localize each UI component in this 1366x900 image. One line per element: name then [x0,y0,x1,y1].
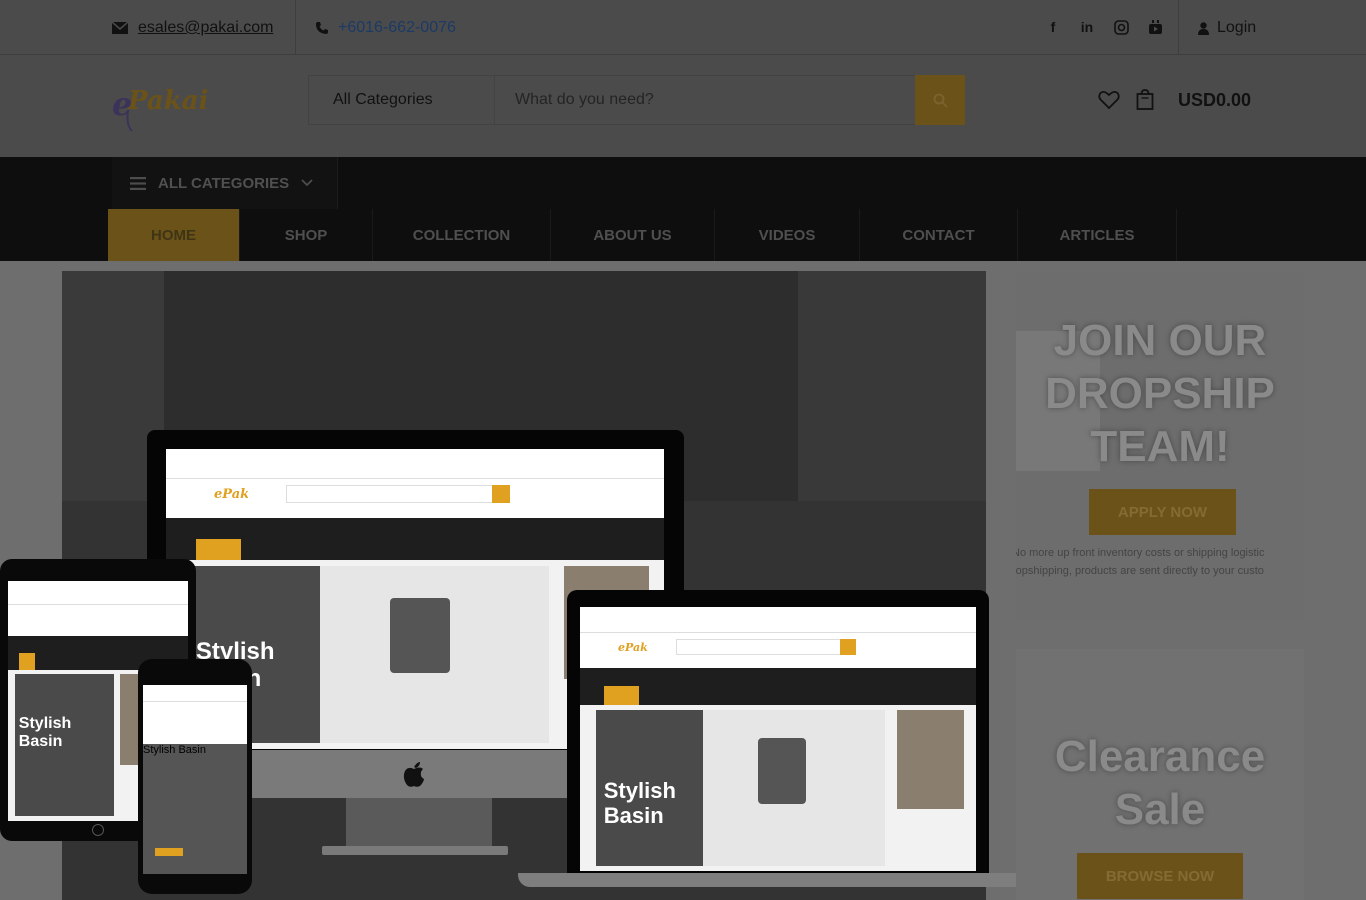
envelope-icon [112,22,128,34]
clearance-banner-title: Clearance Sale [1054,732,1266,834]
mockup-header [8,605,188,637]
login-link[interactable]: Login [1198,17,1256,39]
tablet-home-button [92,824,104,836]
browse-now-button[interactable]: BROWSE NOW [1077,853,1243,899]
phone-mockup: Stylish Basin [138,659,252,894]
menu-icon [130,176,146,190]
mockup-hero: Stylish Basin [143,743,247,874]
apple-logo-icon [402,760,426,794]
login-label: Login [1217,19,1257,36]
dropship-banner-description: No more up front inventory costs or ship… [1016,545,1304,580]
mockup-logo: ePakai [618,641,648,654]
search-button[interactable] [915,75,965,125]
category-select[interactable]: All Categories [309,76,495,124]
nav-item-about-us[interactable]: ABOUT US [551,209,715,261]
svg-text:ePakai: ePakai [618,641,648,654]
mockup-hero-title-line1: Stylish [143,743,176,756]
all-categories-label: ALL CATEGORIES [158,174,290,192]
heart-icon[interactable] [1098,90,1120,110]
mockup-header: ePakai [580,633,976,668]
clearance-sale-banner[interactable]: Clearance Sale BROWSE NOW [1016,649,1304,900]
svg-text:Pakai: Pakai [127,86,208,116]
mockup-hero-title: Stylish Basin [19,715,71,750]
instagram-icon[interactable] [1112,17,1130,37]
all-categories-button[interactable]: ALL CATEGORIES [112,157,338,209]
search-input[interactable] [495,76,915,124]
search-bar: All Categories [308,75,965,125]
shopping-bag-icon[interactable] [1136,89,1154,111]
nav-item-collection[interactable]: COLLECTION [373,209,551,261]
mockup-topbar [580,607,976,634]
mockup-hero-title: Stylish Basin [143,744,247,756]
imac-stand [346,798,492,846]
mockup-topbar [8,581,188,605]
top-bar: esales@pakai.com +6016-662-0076 f in Log… [0,0,1366,55]
nav-item-contact[interactable]: CONTACT [860,209,1018,261]
mockup-logo: ePakai [214,487,248,502]
chevron-down-icon [301,179,313,187]
search-icon [933,93,948,108]
linkedin-icon[interactable]: in [1078,17,1096,37]
mockup-hero-title-line2: Basin [18,732,63,750]
mockup-hero-title-line1: Stylish [603,778,676,804]
email-text: esales@pakai.com [138,19,274,36]
nav-item-videos[interactable]: VIDEOS [715,209,860,261]
user-icon [1198,21,1209,35]
header: e Pakai All Categories USD0.00 [0,55,1366,157]
mockup-hero-title-line1: Stylish [18,715,72,733]
email-link[interactable]: esales@pakai.com [112,17,273,39]
facebook-icon[interactable]: f [1044,17,1062,37]
cart-total[interactable]: USD0.00 [1178,90,1251,111]
mockup-topbar [143,685,247,702]
dropship-banner-title: JOIN OUR DROPSHIP TEAM! [1045,316,1275,471]
mockup-nav [166,518,664,560]
divider [1178,0,1179,55]
nav-item-shop[interactable]: SHOP [240,209,373,261]
nav-menu: HOME SHOP COLLECTION ABOUT US VIDEOS CON… [108,209,1177,261]
nav-item-home[interactable]: HOME [108,209,240,261]
mockup-hero: Stylish Basin [580,705,976,871]
mockup-topbar [166,449,664,479]
site-logo[interactable]: e Pakai [112,81,222,133]
description-line: ropshipping, products are sent directly … [1016,564,1264,577]
main-navigation: ALL CATEGORIES HOME SHOP COLLECTION ABOU… [0,157,1366,261]
description-line: No more up front inventory costs or ship… [1016,547,1265,559]
mockup-screen: Stylish Basin [143,685,247,874]
cart-area: USD0.00 [1098,89,1251,111]
phone-text: +6016-662-0076 [338,19,456,36]
imac-base [322,846,508,855]
mockup-screen: ePakai Stylish Basin [580,607,976,871]
divider [295,0,296,55]
mockup-hero-title: Stylish Basin [604,779,676,827]
mockup-header: ePakai [166,479,664,518]
mockup-hero-title-line2: Basin [603,802,664,828]
social-links: f in [1044,17,1164,37]
phone-icon [316,22,328,34]
laptop-mockup: ePakai Stylish Basin [567,590,989,873]
laptop-base [518,873,1038,887]
apply-now-button[interactable]: APPLY NOW [1089,489,1236,535]
phone-link[interactable]: +6016-662-0076 [316,17,456,39]
nav-item-articles[interactable]: ARTICLES [1018,209,1177,261]
mockup-hero-title-line2: Basin [178,743,206,756]
svg-text:ePakai: ePakai [214,487,248,502]
mockup-nav [580,667,976,705]
mockup-header [143,702,247,744]
youtube-icon[interactable] [1146,17,1164,37]
dropship-banner[interactable]: JOIN OUR DROPSHIP TEAM! APPLY NOW No mor… [1016,271,1304,619]
